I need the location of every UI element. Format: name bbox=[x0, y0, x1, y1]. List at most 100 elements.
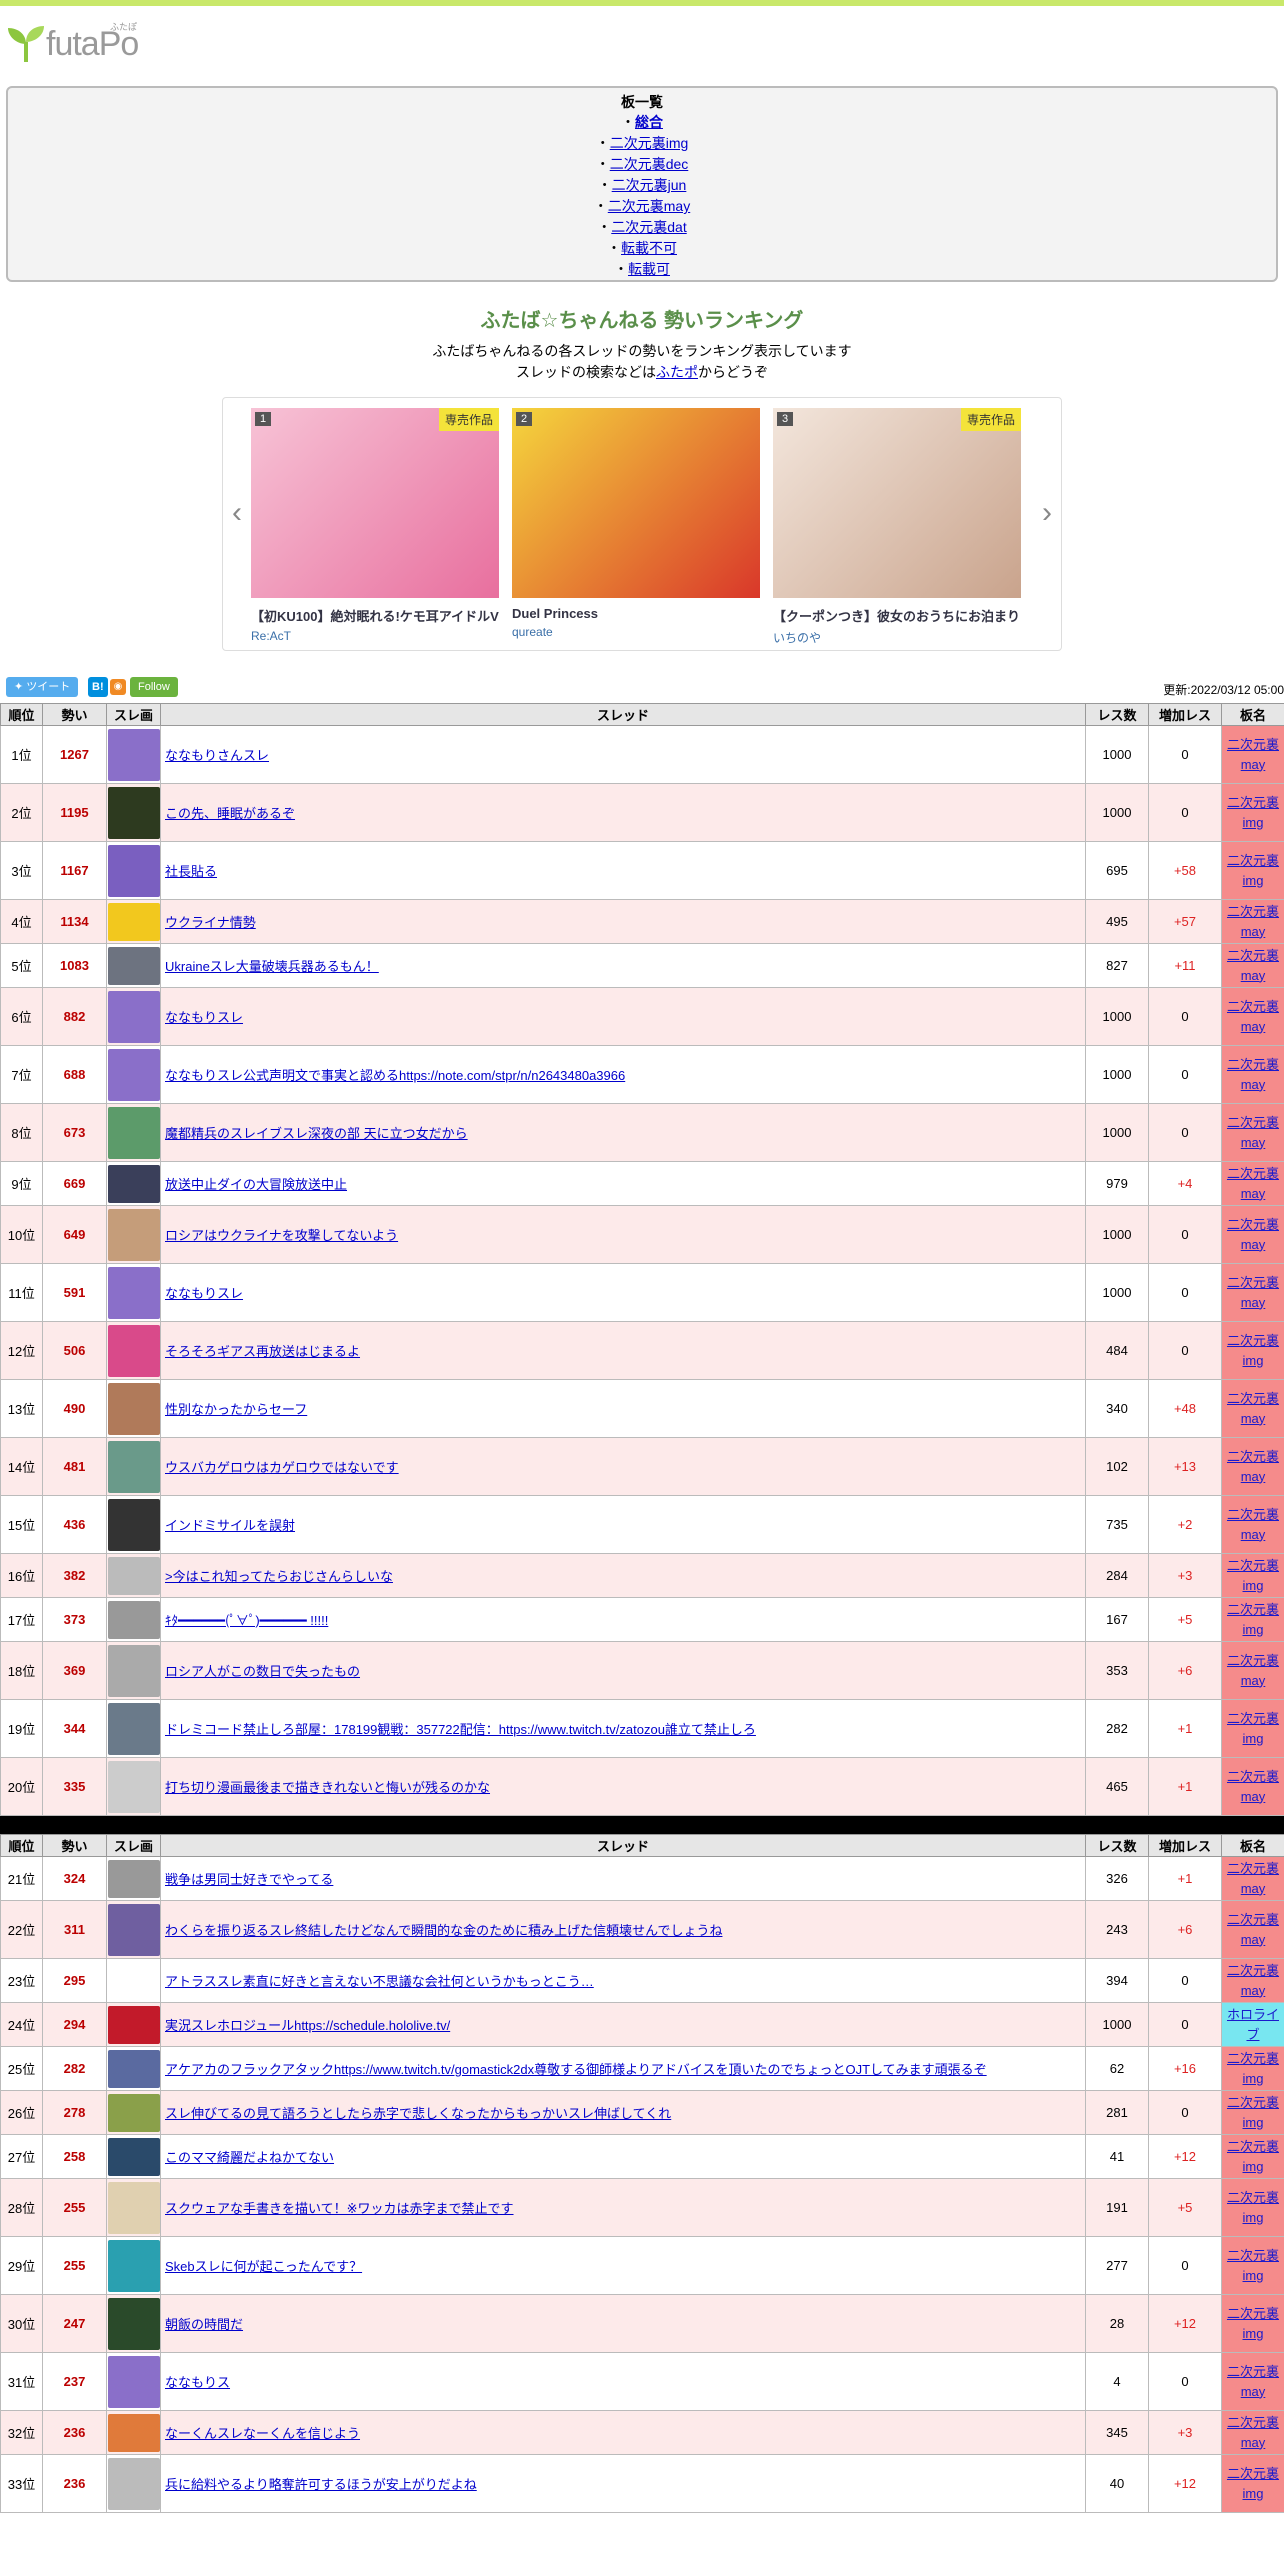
thread-thumbnail[interactable] bbox=[107, 2137, 160, 2176]
board-name-link[interactable]: 二次元裏 may bbox=[1227, 1115, 1279, 1150]
board-name-link[interactable]: 二次元裏 img bbox=[1227, 2306, 1279, 2341]
row-thumbnail[interactable] bbox=[106, 1597, 161, 1642]
board-name-link[interactable]: 二次元裏 img bbox=[1227, 853, 1279, 888]
board-link[interactable]: 二次元裏dat bbox=[611, 219, 686, 235]
row-thumbnail[interactable] bbox=[106, 2090, 161, 2135]
slide-title[interactable]: 【クーポンつき】彼女のおうちにお泊まり bbox=[773, 606, 1021, 625]
thread-thumbnail[interactable] bbox=[107, 902, 160, 941]
thread-link[interactable]: 魔都精兵のスレイブスレ深夜の部 天に立つ女だから bbox=[165, 1126, 468, 1141]
row-thumbnail[interactable] bbox=[106, 1437, 161, 1496]
slide-image[interactable]: 2 bbox=[512, 408, 760, 598]
thread-link[interactable]: なーくんスレなーくんを信じよう bbox=[165, 2426, 360, 2441]
thread-link[interactable]: ななもりスレ公式声明文で事実と認めるhttps://note.com/stpr/… bbox=[165, 1068, 625, 1083]
thread-thumbnail[interactable] bbox=[107, 1498, 160, 1551]
slide-author[interactable]: qureate bbox=[512, 625, 760, 639]
thread-thumbnail[interactable] bbox=[107, 990, 160, 1043]
thread-thumbnail[interactable] bbox=[107, 1760, 160, 1813]
board-name-link[interactable]: ホロライブ bbox=[1227, 2007, 1279, 2042]
slide-title[interactable]: Duel Princess bbox=[512, 606, 760, 621]
carousel-slide[interactable]: 1 専売作品【初KU100】絶対眠れる!ケモ耳アイドルV Re:AcT bbox=[251, 408, 499, 643]
board-name-link[interactable]: 二次元裏 may bbox=[1227, 1057, 1279, 1092]
thread-link[interactable]: ウクライナ情勢 bbox=[165, 915, 256, 930]
slide-image[interactable]: 3 専売作品 bbox=[773, 408, 1021, 598]
board-name-link[interactable]: 二次元裏 may bbox=[1227, 2364, 1279, 2399]
rss-icon[interactable]: ◉ bbox=[110, 679, 126, 695]
row-thumbnail[interactable] bbox=[106, 1856, 161, 1901]
row-thumbnail[interactable] bbox=[106, 1495, 161, 1554]
thread-thumbnail[interactable] bbox=[107, 1164, 160, 1203]
thread-thumbnail[interactable] bbox=[107, 1961, 160, 2000]
board-link[interactable]: 転載可 bbox=[628, 261, 670, 277]
row-thumbnail[interactable] bbox=[106, 2134, 161, 2179]
row-thumbnail[interactable] bbox=[106, 1958, 161, 2003]
thread-thumbnail[interactable] bbox=[107, 1556, 160, 1595]
thread-thumbnail[interactable] bbox=[107, 2457, 160, 2510]
row-thumbnail[interactable] bbox=[106, 1553, 161, 1598]
thread-link[interactable]: インドミサイルを誤射 bbox=[165, 1518, 295, 1533]
board-name-link[interactable]: 二次元裏 may bbox=[1227, 1963, 1279, 1998]
thread-thumbnail[interactable] bbox=[107, 1702, 160, 1755]
board-name-link[interactable]: 二次元裏 img bbox=[1227, 2139, 1279, 2174]
thread-link[interactable]: Skebスレに何が起こったんです？ bbox=[165, 2259, 362, 2274]
row-thumbnail[interactable] bbox=[106, 1379, 161, 1438]
thread-link[interactable]: 性別なかったからセーフ bbox=[165, 1402, 307, 1417]
feedly-follow-button[interactable]: Follow bbox=[130, 677, 178, 697]
thread-link[interactable]: スレ伸びてるの見て語ろうとしたら赤字で悲しくなったからもっかいスレ伸ばしてくれ bbox=[165, 2106, 671, 2121]
slide-image[interactable]: 1 専売作品 bbox=[251, 408, 499, 598]
row-thumbnail[interactable] bbox=[106, 783, 161, 842]
thread-link[interactable]: ドレミコード禁止しろ部屋：178199観戦：357722配信：https://w… bbox=[165, 1722, 756, 1737]
thread-thumbnail[interactable] bbox=[107, 946, 160, 985]
carousel-prev-arrow-icon[interactable]: ‹ bbox=[227, 498, 247, 528]
thread-thumbnail[interactable] bbox=[107, 2093, 160, 2132]
carousel-slide[interactable]: 3 専売作品 【クーポンつき】彼女のおうちにお泊まり いちのや bbox=[773, 408, 1021, 646]
thread-link[interactable]: ロシア人がこの数日で失ったもの bbox=[165, 1664, 360, 1679]
row-thumbnail[interactable] bbox=[106, 987, 161, 1046]
thread-link[interactable]: このママ綺麗だよねかてない bbox=[165, 2150, 334, 2165]
row-thumbnail[interactable] bbox=[106, 2046, 161, 2091]
board-link[interactable]: 二次元裏may bbox=[608, 198, 690, 214]
board-name-link[interactable]: 二次元裏 may bbox=[1227, 1275, 1279, 1310]
thread-link[interactable]: ｷﾀ━━━━━━(ﾟ∀ﾟ)━━━━━━ !!!!! bbox=[165, 1613, 328, 1628]
thread-thumbnail[interactable] bbox=[107, 1048, 160, 1101]
tweet-button[interactable]: ✦ ツイート bbox=[6, 677, 79, 697]
thread-link[interactable]: 打ち切り漫画最後まで描ききれないと悔いが残るのかな bbox=[165, 1780, 490, 1795]
row-thumbnail[interactable] bbox=[106, 1045, 161, 1104]
board-name-link[interactable]: 二次元裏 may bbox=[1227, 737, 1279, 772]
thread-link[interactable]: アトラススレ素直に好きと言えない不思議な会社何というかもっとこう… bbox=[165, 1974, 594, 1989]
row-thumbnail[interactable] bbox=[106, 899, 161, 944]
board-link[interactable]: 二次元裏dec bbox=[610, 156, 689, 172]
thread-thumbnail[interactable] bbox=[107, 1208, 160, 1261]
board-name-link[interactable]: 二次元裏 may bbox=[1227, 1861, 1279, 1896]
row-thumbnail[interactable] bbox=[106, 1699, 161, 1758]
row-thumbnail[interactable] bbox=[106, 1205, 161, 1264]
board-link[interactable]: 転載不可 bbox=[621, 240, 677, 256]
row-thumbnail[interactable] bbox=[106, 2236, 161, 2295]
board-name-link[interactable]: 二次元裏 may bbox=[1227, 1507, 1279, 1542]
thread-link[interactable]: Ukraineスレ大量破壊兵器あるもん！ bbox=[165, 959, 379, 974]
thread-link[interactable]: ななもりスレ bbox=[165, 1286, 243, 1301]
thread-thumbnail[interactable] bbox=[107, 2005, 160, 2044]
thread-thumbnail[interactable] bbox=[107, 2239, 160, 2292]
thread-link[interactable]: わくらを振り返るスレ終結したけどなんで瞬間的な金のために積み上げた信頼壊せんでし… bbox=[165, 1923, 722, 1938]
row-thumbnail[interactable] bbox=[106, 841, 161, 900]
thread-thumbnail[interactable] bbox=[107, 1382, 160, 1435]
slide-title[interactable]: 【初KU100】絶対眠れる!ケモ耳アイドルV bbox=[251, 606, 499, 625]
slide-author[interactable]: Re:AcT bbox=[251, 629, 499, 643]
board-name-link[interactable]: 二次元裏 img bbox=[1227, 1558, 1279, 1593]
thread-thumbnail[interactable] bbox=[107, 786, 160, 839]
row-thumbnail[interactable] bbox=[106, 1757, 161, 1816]
board-name-link[interactable]: 二次元裏 may bbox=[1227, 1769, 1279, 1804]
thread-thumbnail[interactable] bbox=[107, 1644, 160, 1697]
thread-thumbnail[interactable] bbox=[107, 2355, 160, 2408]
board-name-link[interactable]: 二次元裏 img bbox=[1227, 795, 1279, 830]
board-name-link[interactable]: 二次元裏 img bbox=[1227, 2248, 1279, 2283]
board-name-link[interactable]: 二次元裏 may bbox=[1227, 1217, 1279, 1252]
board-name-link[interactable]: 二次元裏 may bbox=[1227, 1449, 1279, 1484]
thread-link[interactable]: アケアカのフラックアタックhttps://www.twitch.tv/gomas… bbox=[165, 2062, 987, 2077]
board-link[interactable]: 二次元裏img bbox=[610, 135, 689, 151]
thread-link[interactable]: ななもりスレ bbox=[165, 1010, 243, 1025]
thread-thumbnail[interactable] bbox=[107, 1324, 160, 1377]
carousel-slide[interactable]: 2 Duel Princess qureate bbox=[512, 408, 760, 639]
thread-thumbnail[interactable] bbox=[107, 2413, 160, 2452]
board-name-link[interactable]: 二次元裏 may bbox=[1227, 1912, 1279, 1947]
